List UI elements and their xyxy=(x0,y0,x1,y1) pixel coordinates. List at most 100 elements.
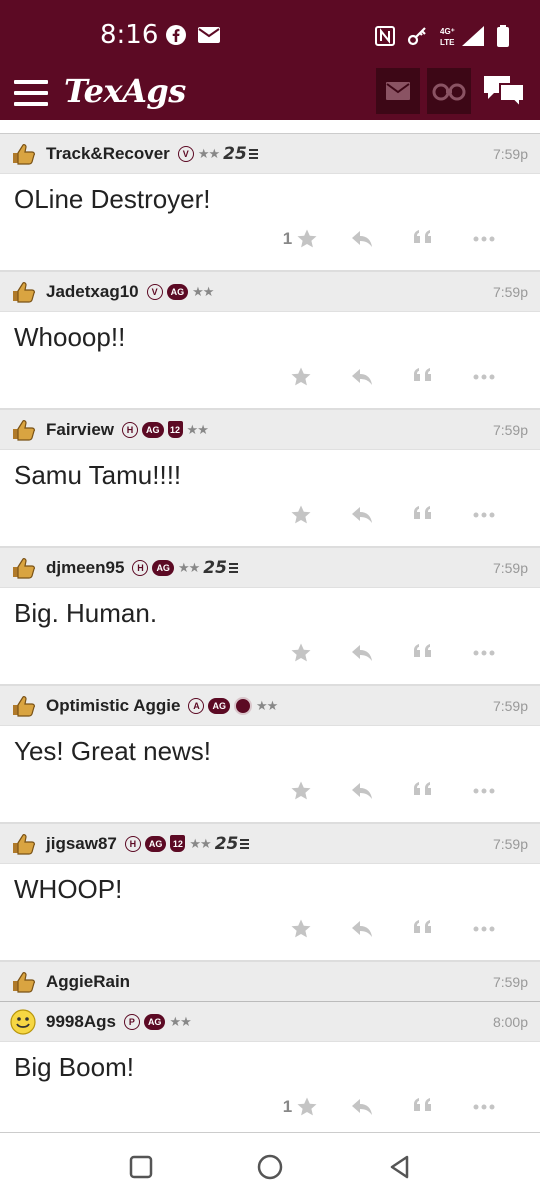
star-icon xyxy=(297,229,317,248)
post-actions xyxy=(270,364,514,390)
post-time: 7:59p xyxy=(492,559,528,576)
stars-badge: ★★ xyxy=(169,1013,191,1029)
badge-25-lines-icon xyxy=(248,148,258,159)
avatar[interactable] xyxy=(10,1008,36,1035)
menu-icon[interactable] xyxy=(14,78,48,108)
post-text: Yes! Great news! xyxy=(14,736,212,766)
star-button[interactable] xyxy=(270,778,331,804)
post: 9998Ags P AG ★★ 8:00p Big Boom! 1 xyxy=(0,1002,540,1132)
post-header: Jadetxag10 V AG ★★ 7:59p xyxy=(0,272,540,312)
post-header: Track&Recover V ★★ 25 7:59p xyxy=(0,134,540,174)
svg-text:4G⁺: 4G⁺ xyxy=(440,27,455,36)
star-button[interactable]: 1 xyxy=(270,226,331,252)
user-badges: H AG ★★ 25 xyxy=(132,558,238,578)
stars-badge: ★★ xyxy=(255,697,278,713)
avatar[interactable] xyxy=(10,693,36,719)
star-icon xyxy=(291,505,310,524)
more-button[interactable] xyxy=(453,640,514,666)
quote-button[interactable] xyxy=(392,778,453,804)
username[interactable]: AggieRain xyxy=(46,972,130,992)
star-wrap: 1 xyxy=(283,228,318,250)
post-body: Samu Tamu!!!! xyxy=(0,450,540,548)
reply-button[interactable] xyxy=(331,1094,392,1120)
more-icon xyxy=(473,788,494,794)
recents-square-icon[interactable] xyxy=(127,1153,155,1181)
post-header: AggieRain 7:59p xyxy=(0,962,540,1002)
post-time: 7:59p xyxy=(492,973,528,990)
badge-25: 25 xyxy=(223,144,258,164)
username[interactable]: Fairview xyxy=(46,420,114,440)
post-feed[interactable]: Track&Recover V ★★ 25 7:59p OLine Destroyer! 1… xyxy=(0,120,540,1132)
reply-icon xyxy=(351,1099,372,1115)
reply-button[interactable] xyxy=(331,226,392,252)
avatar[interactable] xyxy=(10,831,36,857)
quote-button[interactable] xyxy=(392,364,453,390)
watchlist-button[interactable] xyxy=(427,68,471,114)
status-letter-badge: V xyxy=(146,283,163,300)
quote-button[interactable] xyxy=(392,502,453,528)
status-bar: 8:16 4G⁺ LTE xyxy=(0,0,540,68)
username[interactable]: Track&Recover xyxy=(46,144,170,164)
quote-button[interactable] xyxy=(392,640,453,666)
avatar[interactable] xyxy=(10,555,36,581)
username[interactable]: Jadetxag10 xyxy=(46,282,139,302)
more-button[interactable] xyxy=(453,364,514,390)
reply-button[interactable] xyxy=(331,778,392,804)
star-count: 1 xyxy=(282,229,293,248)
more-icon xyxy=(473,926,494,932)
avatar[interactable] xyxy=(10,969,36,995)
badge-25: 25 xyxy=(215,834,250,854)
chat-button[interactable] xyxy=(482,72,526,115)
reply-button[interactable] xyxy=(331,640,392,666)
username[interactable]: 9998Ags xyxy=(46,1012,116,1032)
username[interactable]: jigsaw87 xyxy=(46,834,117,854)
avatar[interactable] xyxy=(10,417,36,443)
post-actions: 1 xyxy=(270,1094,514,1120)
mail-icon xyxy=(386,82,410,100)
avatar[interactable] xyxy=(10,141,36,167)
more-button[interactable] xyxy=(453,226,514,252)
chat-bubbles-icon xyxy=(484,76,525,110)
quote-icon xyxy=(413,920,431,933)
star-button[interactable] xyxy=(270,364,331,390)
star-button[interactable]: 1 xyxy=(270,1094,331,1120)
messages-button[interactable] xyxy=(376,68,420,114)
more-icon xyxy=(473,650,494,656)
more-button[interactable] xyxy=(453,502,514,528)
reply-button[interactable] xyxy=(331,916,392,942)
more-button[interactable] xyxy=(453,1094,514,1120)
post-actions: 1 xyxy=(270,226,514,252)
star-button[interactable] xyxy=(270,640,331,666)
feed-top-spacer xyxy=(0,120,540,134)
quote-icon xyxy=(413,230,431,243)
thumb-icon xyxy=(13,143,35,165)
star-button[interactable] xyxy=(270,916,331,942)
twelfth-man-badge: 12 xyxy=(170,835,186,852)
back-triangle-icon[interactable] xyxy=(386,1153,414,1181)
post: Jadetxag10 V AG ★★ 7:59p Whooop!! xyxy=(0,272,540,410)
post-header: 9998Ags P AG ★★ 8:00p xyxy=(0,1002,540,1042)
badge-25-number: 25 xyxy=(214,833,239,854)
more-button[interactable] xyxy=(453,916,514,942)
username[interactable]: Optimistic Aggie xyxy=(46,696,180,716)
post-header: djmeen95 H AG ★★ 25 7:59p xyxy=(0,548,540,588)
avatar[interactable] xyxy=(10,279,36,305)
stars-badge: ★★ xyxy=(177,559,200,575)
quote-button[interactable] xyxy=(392,226,453,252)
smiley-icon xyxy=(10,1008,36,1035)
star-button[interactable] xyxy=(270,502,331,528)
username[interactable]: djmeen95 xyxy=(46,558,124,578)
quote-button[interactable] xyxy=(392,1094,453,1120)
ag-badge: AG xyxy=(144,835,167,852)
texags-logo[interactable]: TexAgs xyxy=(64,72,186,110)
home-circle-icon[interactable] xyxy=(256,1153,284,1181)
reply-icon xyxy=(351,921,372,937)
quote-button[interactable] xyxy=(392,916,453,942)
twelfth-man-badge: 12 xyxy=(167,421,183,438)
post-body: WHOOP! xyxy=(0,864,540,962)
more-button[interactable] xyxy=(453,778,514,804)
star-wrap xyxy=(290,642,312,664)
reply-button[interactable] xyxy=(331,364,392,390)
reply-button[interactable] xyxy=(331,502,392,528)
post: jigsaw87 H AG 12 ★★ 25 7:59p WHOOP! xyxy=(0,824,540,962)
